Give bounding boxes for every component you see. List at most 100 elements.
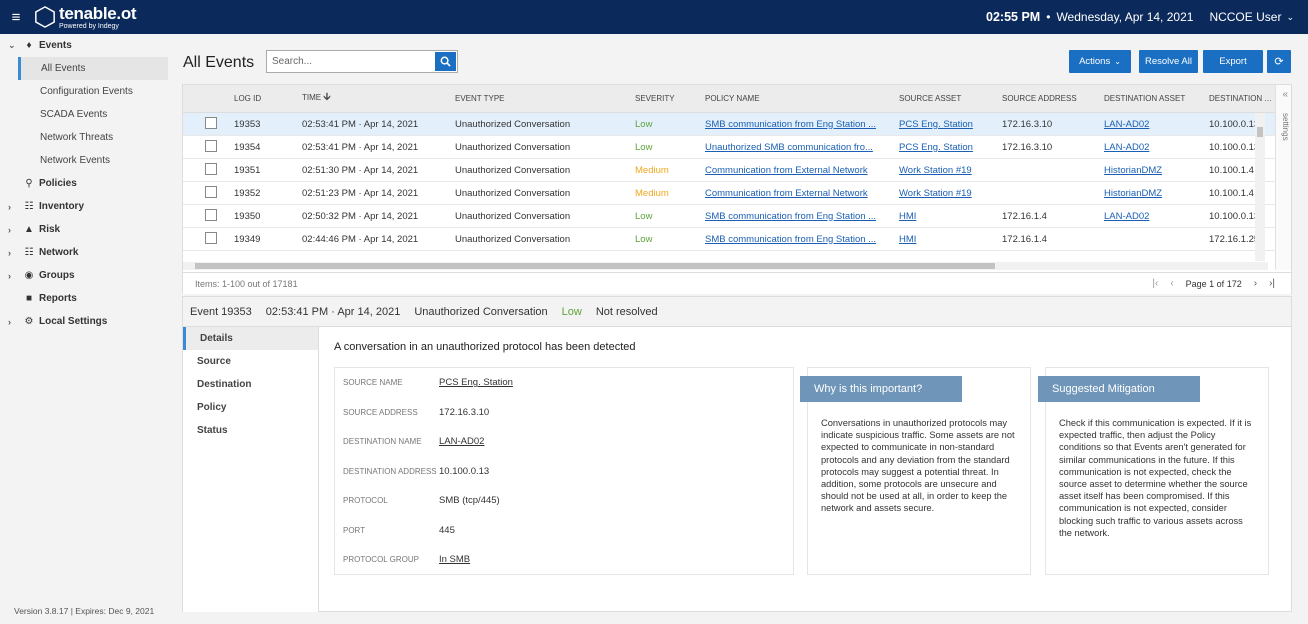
table-row[interactable]: 19354 02:53:41 PM · Apr 14, 2021 Unauthori… <box>183 136 1291 159</box>
row-checkbox[interactable] <box>205 162 217 175</box>
destination-asset-link[interactable]: HistorianDMZ <box>1104 188 1162 199</box>
sidebar-item-network-threats[interactable]: Network Threats <box>0 126 168 149</box>
tab-source[interactable]: Source <box>183 350 318 373</box>
sidebar-item-risk[interactable]: › ▲ Risk <box>0 218 168 241</box>
main-content: All Events Actions ⌄ Resolve All Export … <box>168 34 1308 624</box>
tab-policy[interactable]: Policy <box>183 396 318 419</box>
row-checkbox[interactable] <box>205 208 217 221</box>
horizontal-scrollbar[interactable] <box>183 262 1268 270</box>
next-page-icon[interactable]: › <box>1254 278 1257 289</box>
tab-details[interactable]: Details <box>183 327 318 350</box>
destination-asset-link[interactable]: LAN-AD02 <box>1104 211 1149 222</box>
source-asset-link[interactable]: Work Station #19 <box>899 188 972 199</box>
table-body: 19353 02:53:41 PM · Apr 14, 2021 Unauthori… <box>183 113 1291 251</box>
policy-link[interactable]: Communication from External Network <box>705 188 868 199</box>
table-row[interactable]: 19351 02:51:30 PM · Apr 14, 2021 Unauthori… <box>183 159 1291 182</box>
source-asset-link[interactable]: PCS Eng. Station <box>899 142 973 153</box>
field-value[interactable]: In SMB <box>439 554 470 565</box>
column-header-source-address[interactable]: SOURCE ADDRESS <box>1002 94 1104 103</box>
row-checkbox[interactable] <box>205 231 217 244</box>
table-settings-panel[interactable]: « settings <box>1275 85 1291 270</box>
column-header-severity[interactable]: SEVERITY <box>635 94 705 103</box>
risk-icon: ▲ <box>24 224 34 235</box>
tab-status[interactable]: Status <box>183 419 318 442</box>
policy-link[interactable]: SMB communication from Eng Station ... <box>705 234 876 245</box>
sidebar-item-groups[interactable]: › ◉ Groups <box>0 264 168 287</box>
sidebar-item-all-events[interactable]: All Events <box>18 57 168 80</box>
version-info: Version 3.8.17 | Expires: Dec 9, 2021 <box>14 606 155 616</box>
first-page-icon[interactable]: |‹ <box>1152 278 1158 289</box>
policy-link[interactable]: Unauthorized SMB communication fro... <box>705 142 873 153</box>
column-header-event-type[interactable]: EVENT TYPE <box>455 94 635 103</box>
sidebar-item-local-settings[interactable]: › ⚙ Local Settings <box>0 310 168 333</box>
table-row[interactable]: 19349 02:44:46 PM · Apr 14, 2021 Unauthori… <box>183 228 1291 251</box>
settings-icon: ⚙ <box>24 316 34 327</box>
scrollbar-thumb[interactable] <box>1257 127 1263 137</box>
refresh-icon: ⟳ <box>1274 56 1284 68</box>
prev-page-icon[interactable]: ‹ <box>1170 278 1173 289</box>
sidebar-item-scada-events[interactable]: SCADA Events <box>0 103 168 126</box>
suggested-mitigation-title: Suggested Mitigation <box>1038 376 1200 402</box>
policy-link[interactable]: SMB communication from Eng Station ... <box>705 119 876 130</box>
sidebar-item-inventory[interactable]: › ☷ Inventory <box>0 195 168 218</box>
refresh-button[interactable]: ⟳ <box>1267 50 1291 73</box>
event-id: Event 19353 <box>190 305 252 318</box>
detail-field: SOURCE ADDRESS 172.16.3.10 <box>335 398 793 428</box>
source-asset-link[interactable]: HMI <box>899 211 916 222</box>
policy-link[interactable]: Communication from External Network <box>705 165 868 176</box>
table-row[interactable]: 19353 02:53:41 PM · Apr 14, 2021 Unauthori… <box>183 113 1291 136</box>
settings-label[interactable]: settings <box>1281 113 1290 141</box>
destination-asset-link[interactable]: HistorianDMZ <box>1104 165 1162 176</box>
sidebar-item-policies[interactable]: ⚲ Policies <box>0 172 168 195</box>
sidebar-item-label: Network Events <box>40 155 111 166</box>
actions-button[interactable]: Actions ⌄ <box>1069 50 1131 73</box>
last-page-icon[interactable]: ›| <box>1269 278 1275 289</box>
sidebar-item-label: All Events <box>41 63 86 74</box>
table-header: LOG ID TIME 🡫 EVENT TYPE SEVERITY POLICY… <box>183 85 1291 113</box>
user-menu[interactable]: NCCOE User ⌄ <box>1209 10 1294 24</box>
sidebar-item-events[interactable]: ⌄ ♦ Events <box>0 34 168 57</box>
sidebar-item-reports[interactable]: ■ Reports <box>0 287 168 310</box>
row-checkbox[interactable] <box>205 116 217 129</box>
sidebar-item-label: Configuration Events <box>40 86 133 97</box>
column-header-destination-asset[interactable]: DESTINATION ASSET <box>1104 94 1209 103</box>
scrollbar-thumb[interactable] <box>195 263 995 269</box>
source-asset-link[interactable]: Work Station #19 <box>899 165 972 176</box>
field-label: SOURCE NAME <box>343 378 403 388</box>
column-header-policy-name[interactable]: POLICY NAME <box>705 94 899 103</box>
field-value: 10.100.0.13 <box>439 465 490 477</box>
search-button[interactable] <box>435 52 456 71</box>
row-checkbox[interactable] <box>205 139 217 152</box>
event-detail-panel: Event 19353 02:53:41 PM · Apr 14, 2021 U… <box>182 296 1292 612</box>
pagination: |‹ ‹ Page 1 of 172 › ›| <box>1146 278 1291 289</box>
field-value[interactable]: LAN-AD02 <box>439 436 484 447</box>
column-header-destination-address[interactable]: DESTINATION AD... <box>1209 94 1279 103</box>
source-asset-link[interactable]: PCS Eng. Station <box>899 119 973 130</box>
field-value[interactable]: PCS Eng. Station <box>439 377 513 388</box>
vertical-scrollbar[interactable] <box>1255 113 1265 261</box>
search-input[interactable] <box>267 51 434 72</box>
column-header-source-asset[interactable]: SOURCE ASSET <box>899 94 1002 103</box>
policy-link[interactable]: SMB communication from Eng Station ... <box>705 211 876 222</box>
export-button[interactable]: Export <box>1203 50 1263 73</box>
sidebar-item-label: Local Settings <box>39 316 108 327</box>
table-row[interactable]: 19352 02:51:23 PM · Apr 14, 2021 Unauthori… <box>183 182 1291 205</box>
destination-address-cell: 10.100.0.13 <box>1209 210 1260 222</box>
time-cell: 02:51:23 PM · Apr 14, 2021 <box>302 187 419 199</box>
sidebar-item-network-events[interactable]: Network Events <box>0 149 168 172</box>
event-time: 02:53:41 PM · Apr 14, 2021 <box>265 305 401 318</box>
tab-destination[interactable]: Destination <box>183 373 318 396</box>
severity-cell: Medium <box>635 187 669 199</box>
hamburger-menu-icon[interactable]: ≡ <box>0 0 32 34</box>
sidebar-item-network[interactable]: › ☷ Network <box>0 241 168 264</box>
column-header-time[interactable]: TIME 🡫 <box>302 90 455 107</box>
sidebar-item-configuration-events[interactable]: Configuration Events <box>0 80 168 103</box>
table-row[interactable]: 19350 02:50:32 PM · Apr 14, 2021 Unauthori… <box>183 205 1291 228</box>
source-asset-link[interactable]: HMI <box>899 234 916 245</box>
resolve-all-button[interactable]: Resolve All <box>1139 50 1198 73</box>
destination-asset-link[interactable]: LAN-AD02 <box>1104 142 1149 153</box>
destination-asset-link[interactable]: LAN-AD02 <box>1104 119 1149 130</box>
column-header-log-id[interactable]: LOG ID <box>234 94 302 103</box>
double-chevron-left-icon[interactable]: « <box>1282 89 1288 100</box>
row-checkbox[interactable] <box>205 185 217 198</box>
